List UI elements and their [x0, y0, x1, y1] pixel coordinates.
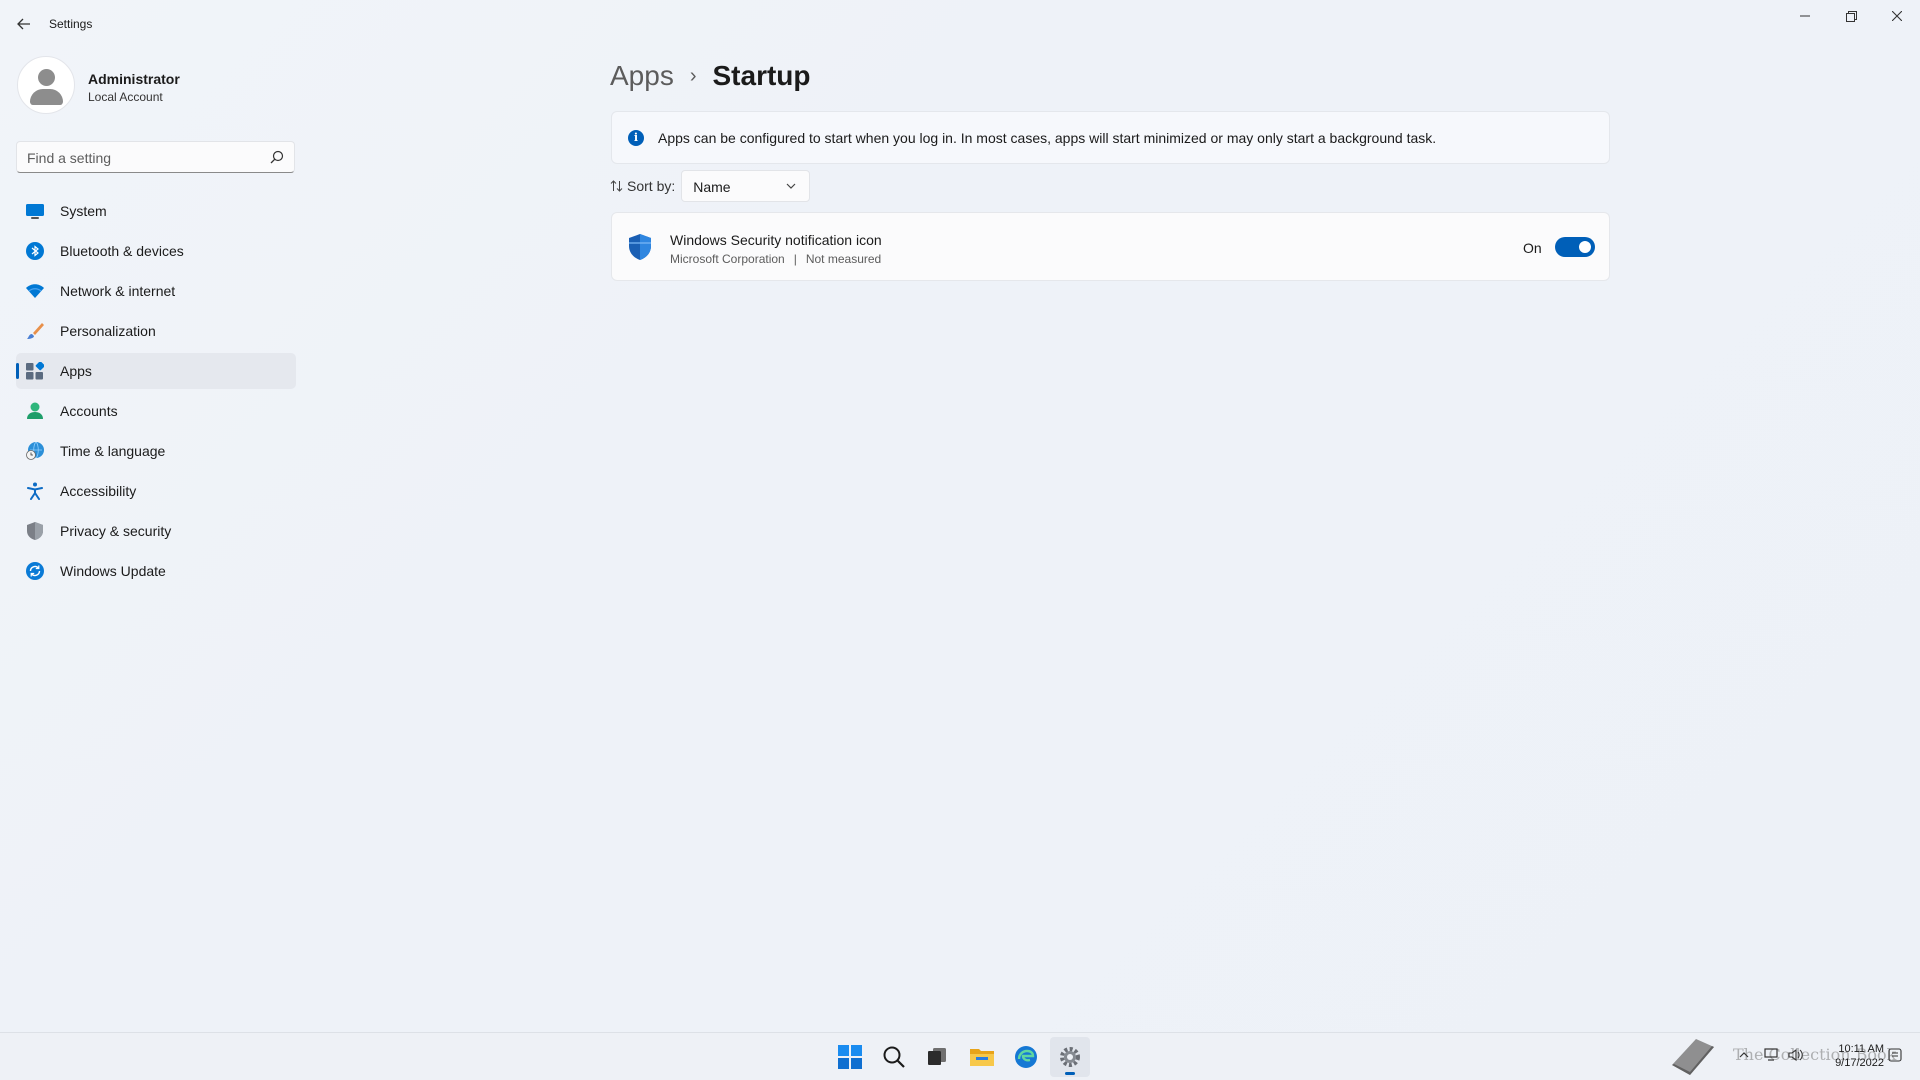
sidebar-item-label: Network & internet [60, 283, 176, 299]
back-button[interactable] [10, 12, 38, 36]
startup-app-impact: Not measured [805, 252, 882, 266]
info-icon: i [628, 130, 644, 146]
notification-icon[interactable] [1888, 1048, 1902, 1062]
sidebar-item-system[interactable]: System [16, 193, 296, 229]
file-explorer-icon [970, 1049, 994, 1066]
sort-bar: Sort by: Name [610, 170, 811, 202]
accessibility-icon [27, 482, 43, 500]
sidebar-item-personalization[interactable]: Personalization [16, 313, 296, 349]
accounts-icon [27, 402, 43, 419]
taskbar-clock[interactable]: 10:11 AM 9/17/2022 [1822, 1042, 1884, 1070]
sort-selected-value: Name [693, 179, 731, 195]
breadcrumb: Apps › Startup [610, 56, 811, 96]
chevron-right-icon: › [689, 64, 697, 87]
active-app-indicator [1065, 1072, 1075, 1075]
info-text: Apps can be configured to start when you… [658, 130, 1437, 146]
search-icon [883, 1046, 905, 1068]
close-button[interactable] [1874, 0, 1920, 32]
search-box [16, 141, 295, 173]
startup-app-meta: Microsoft Corporation | Not measured [670, 252, 881, 266]
startup-app-name: Windows Security notification icon [670, 232, 882, 248]
sidebar-item-label: Time & language [60, 443, 166, 459]
windows-security-shield-icon [629, 234, 651, 260]
sidebar-item-apps[interactable]: Apps [16, 353, 296, 389]
sidebar-item-bluetooth[interactable]: Bluetooth & devices [16, 233, 296, 269]
back-arrow-icon [17, 18, 30, 30]
sidebar-item-accounts[interactable]: Accounts [16, 393, 296, 429]
taskbar-settings-button[interactable] [1050, 1037, 1090, 1077]
sidebar-item-label: Accounts [60, 403, 118, 419]
system-icon [26, 204, 44, 219]
chevron-up-icon[interactable] [1738, 1049, 1750, 1061]
sort-icon [610, 180, 623, 192]
sidebar-item-network[interactable]: Network & internet [16, 273, 296, 309]
active-indicator [16, 363, 19, 379]
page-title: Startup [712, 60, 811, 91]
user-profile[interactable]: Administrator Local Account [17, 56, 297, 120]
app-title: Settings [49, 17, 93, 31]
sidebar-item-label: System [60, 203, 107, 219]
settings-icon [1060, 1047, 1080, 1067]
apps-icon [26, 362, 44, 380]
sidebar-item-privacy-security[interactable]: Privacy & security [16, 513, 296, 549]
toggle-knob [1579, 241, 1591, 253]
sidebar-item-time-language[interactable]: Time & language [16, 433, 296, 469]
search-input[interactable] [27, 148, 257, 168]
sidebar-item-label: Accessibility [60, 483, 137, 499]
sidebar-item-label: Personalization [60, 323, 156, 339]
breadcrumb-parent-link[interactable]: Apps [610, 60, 674, 92]
startup-app-row: Windows Security notification icon Micro… [611, 212, 1610, 281]
sidebar-item-label: Privacy & security [60, 523, 172, 539]
clock-date: 9/17/2022 [1835, 1057, 1884, 1069]
network-icon[interactable] [1764, 1048, 1780, 1062]
profile-account-type: Local Account [88, 90, 163, 104]
chevron-down-icon [786, 183, 796, 189]
shield-icon [27, 522, 43, 540]
edge-icon [1015, 1046, 1037, 1068]
avatar [17, 56, 75, 114]
sidebar-item-label: Windows Update [60, 563, 166, 579]
taskbar-search-button[interactable] [874, 1037, 914, 1077]
minimize-icon [1800, 15, 1810, 17]
sidebar-item-label: Bluetooth & devices [60, 243, 184, 259]
taskbar-start-button[interactable] [830, 1037, 870, 1077]
restore-icon [1845, 10, 1857, 22]
startup-app-publisher: Microsoft Corporation [670, 252, 785, 266]
title-bar: Settings [0, 0, 1920, 48]
info-bar: i Apps can be configured to start when y… [611, 111, 1610, 164]
minimize-button[interactable] [1782, 0, 1828, 32]
volume-icon[interactable] [1788, 1048, 1804, 1062]
settings-window: Settings Administrator Local Account Fin… [0, 0, 1920, 1032]
sort-dropdown[interactable]: Name [681, 170, 811, 202]
book-watermark-icon [1672, 1039, 1714, 1075]
close-icon [1892, 11, 1902, 21]
task-view-icon [928, 1048, 946, 1065]
update-icon [26, 562, 44, 580]
search-icon[interactable] [270, 150, 284, 164]
taskbar-task-view-button[interactable] [917, 1037, 957, 1077]
globe-clock-icon [26, 442, 44, 460]
sidebar-item-accessibility[interactable]: Accessibility [16, 473, 296, 509]
taskbar: The Collection Book 10:11 AM 9/17/2022 [0, 1032, 1920, 1080]
toggle-state-label: On [1523, 240, 1542, 256]
meta-separator: | [793, 252, 797, 266]
taskbar-edge-button[interactable] [1006, 1037, 1046, 1077]
wifi-icon [26, 284, 44, 298]
clock-time: 10:11 AM [1838, 1043, 1884, 1055]
restore-button[interactable] [1828, 0, 1874, 32]
taskbar-file-explorer-button[interactable] [962, 1037, 1002, 1077]
sidebar-item-windows-update[interactable]: Windows Update [16, 553, 296, 589]
brush-icon [27, 323, 44, 339]
sidebar-item-label: Apps [60, 363, 92, 379]
bluetooth-icon [26, 242, 44, 260]
start-icon [838, 1045, 862, 1069]
sort-label: Sort by: [627, 178, 676, 194]
startup-toggle[interactable] [1555, 237, 1595, 257]
profile-name: Administrator [88, 71, 180, 87]
sidebar-nav: System Bluetooth & devices Network & int… [16, 193, 296, 593]
